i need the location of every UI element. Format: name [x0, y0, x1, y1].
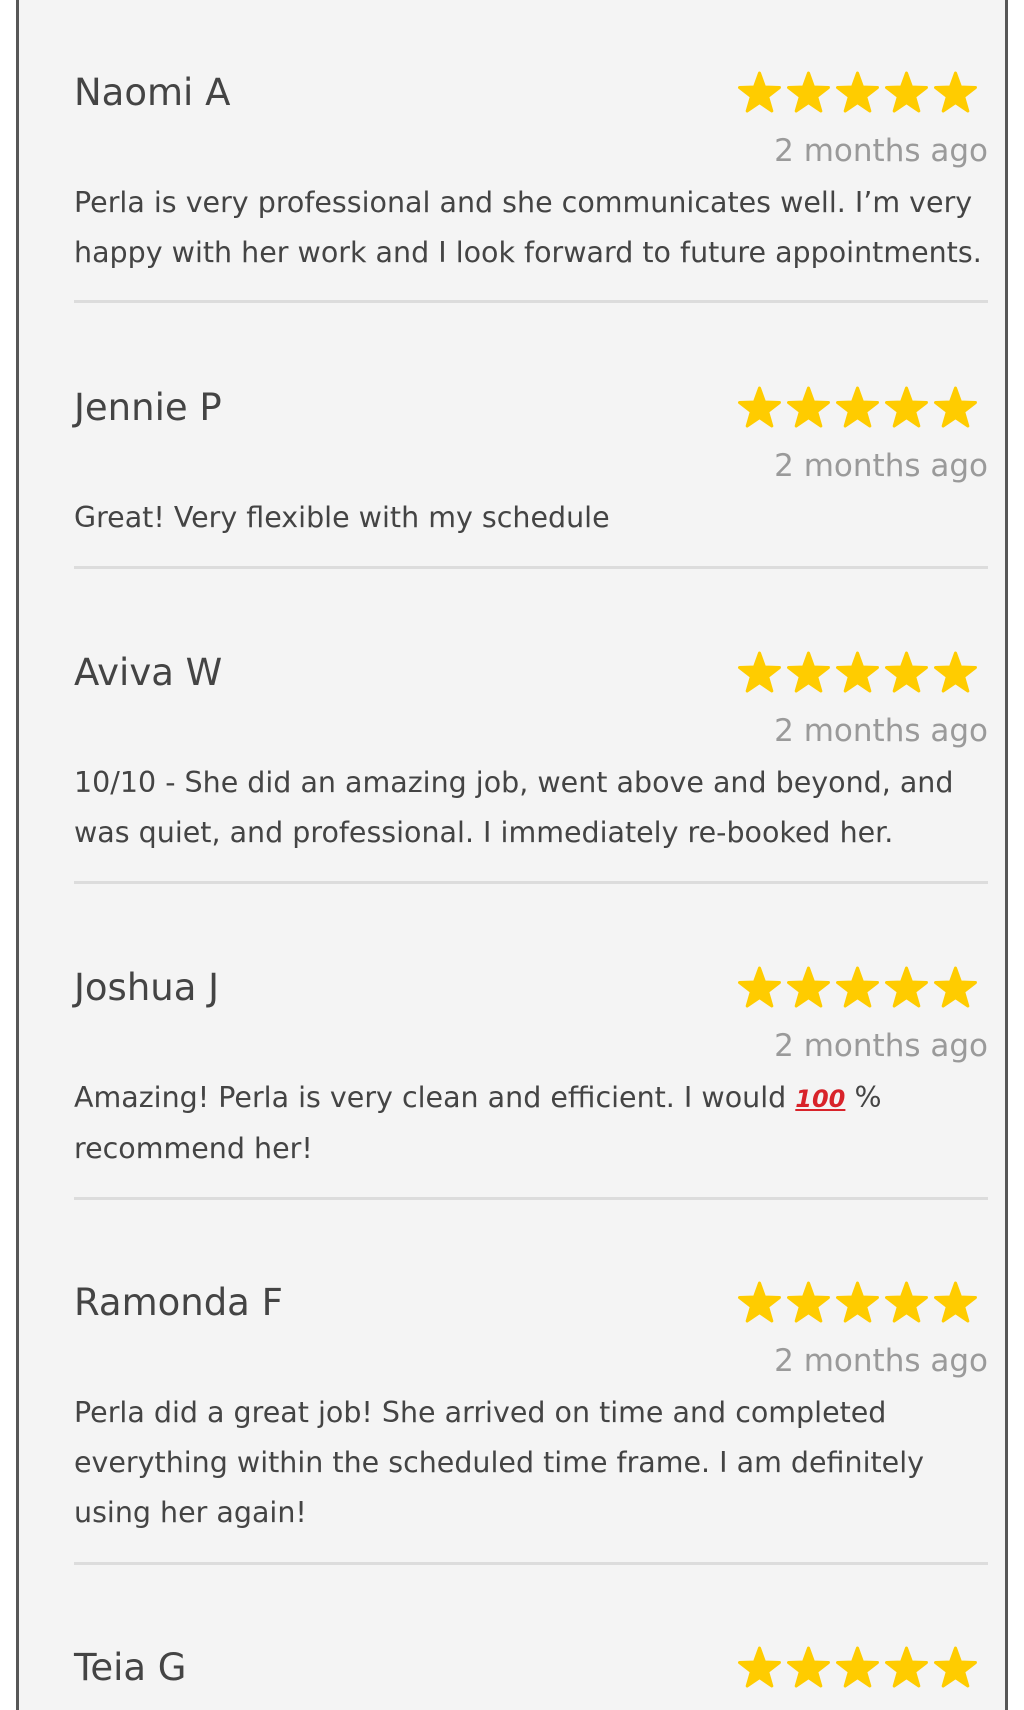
review-divider — [74, 881, 988, 884]
star-icon — [934, 1646, 977, 1688]
star-icon — [787, 386, 830, 428]
review-text: 10/10 - She did an amazing job, went abo… — [74, 766, 954, 849]
review-divider — [74, 1197, 988, 1200]
review-divider — [74, 566, 988, 569]
star-icon — [738, 1646, 781, 1688]
star-icon — [738, 71, 781, 113]
review-time: 2 months ago — [774, 448, 988, 484]
star-icon — [885, 71, 928, 113]
review-text-start: Amazing! Perla is very clean and efficie… — [74, 1081, 796, 1114]
review-time: 2 months ago — [774, 1028, 988, 1064]
star-icon — [836, 386, 879, 428]
star-icon — [885, 386, 928, 428]
star-rating — [735, 651, 980, 695]
review-text: Perla did a great job! She arrived on ti… — [74, 1396, 924, 1529]
star-rating — [735, 966, 980, 1010]
reviewer-name: Jennie P — [74, 386, 222, 429]
star-icon — [885, 966, 928, 1008]
star-icon — [836, 1646, 879, 1688]
star-icon — [934, 651, 977, 693]
star-icon — [738, 966, 781, 1008]
star-rating — [735, 386, 980, 430]
star-icon — [934, 1281, 977, 1323]
reviewer-name: Ramonda F — [74, 1281, 283, 1324]
star-icon — [934, 386, 977, 428]
star-icon — [787, 1281, 830, 1323]
review-divider — [74, 300, 988, 303]
star-rating — [735, 1646, 980, 1690]
review-time: 2 months ago — [774, 713, 988, 749]
star-icon — [787, 1646, 830, 1688]
star-icon — [787, 966, 830, 1008]
reviewer-name: Naomi A — [74, 71, 231, 114]
star-icon — [738, 1281, 781, 1323]
star-icon — [836, 651, 879, 693]
star-icon — [934, 71, 977, 113]
review-time: 2 months ago — [774, 1343, 988, 1379]
star-icon — [738, 386, 781, 428]
reviewer-name: Aviva W — [74, 651, 223, 694]
review-text: Amazing! Perla is very clean and efficie… — [74, 1073, 988, 1174]
review-text: Perla is very professional and she commu… — [74, 186, 982, 269]
star-icon — [934, 966, 977, 1008]
star-icon — [885, 1281, 928, 1323]
review-text: Great! Very flexible with my schedule — [74, 501, 610, 534]
review-divider — [74, 1562, 988, 1565]
review-time: 2 months ago — [774, 133, 988, 169]
star-rating — [735, 1281, 980, 1325]
star-icon — [885, 651, 928, 693]
reviews-panel: Naomi A 2 months ago Perla is very profe… — [16, 0, 1008, 1710]
hundred-points-icon: 100 — [795, 1085, 846, 1113]
star-rating — [735, 71, 980, 115]
star-icon — [836, 1281, 879, 1323]
star-icon — [787, 71, 830, 113]
star-icon — [787, 651, 830, 693]
star-icon — [836, 966, 879, 1008]
star-icon — [885, 1646, 928, 1688]
reviewer-name: Teia G — [74, 1646, 187, 1689]
star-icon — [836, 71, 879, 113]
star-icon — [738, 651, 781, 693]
reviewer-name: Joshua J — [74, 966, 220, 1009]
